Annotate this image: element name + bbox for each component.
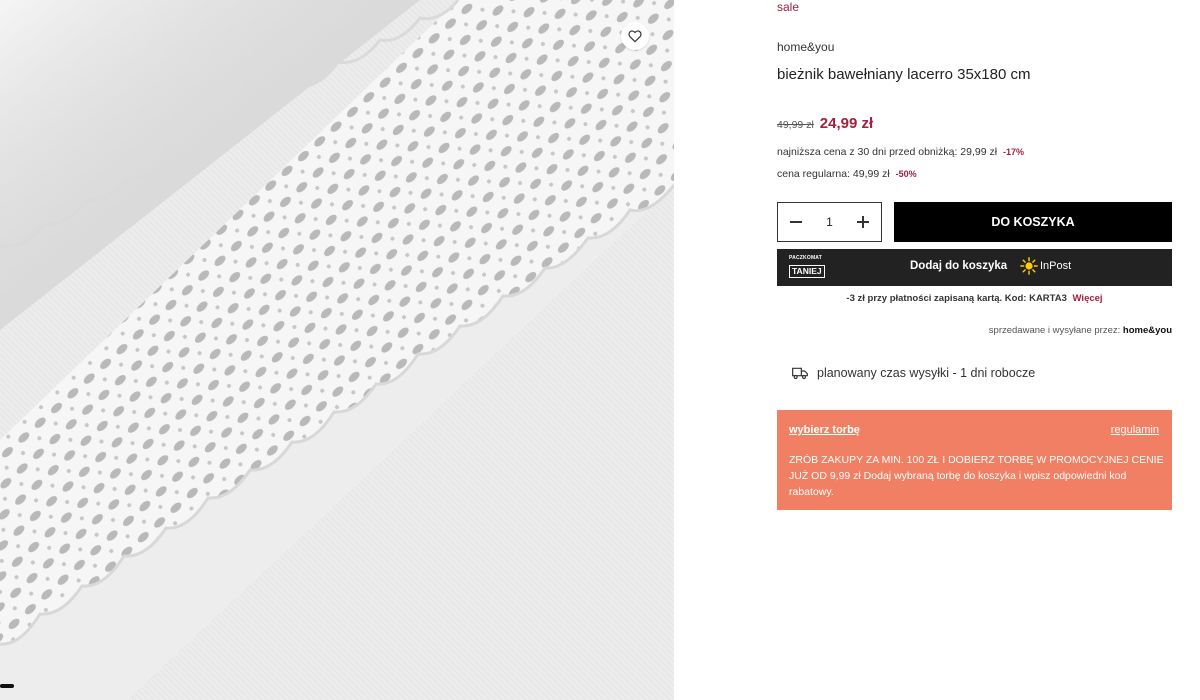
bag-rules-link[interactable]: regulamin — [1111, 424, 1159, 436]
paczkomat-badge: PACZKOMAT TANIEJ — [789, 255, 829, 281]
seller-label: sprzedawane i wysyłane przez: — [988, 325, 1121, 336]
increase-quantity-button[interactable] — [855, 214, 871, 230]
lowest-price-text: najniższa cena z 30 dni przed obniżką: 2… — [777, 146, 998, 158]
minus-icon — [790, 221, 802, 223]
quantity-stepper: 1 — [777, 202, 882, 242]
bag-promo-box: wybierz torbę regulamin ZRÓB ZAKUPY ZA M… — [777, 410, 1172, 510]
seller-name[interactable]: home&you — [1123, 325, 1172, 336]
old-price: 49,99 zł — [777, 119, 814, 131]
choose-bag-link[interactable]: wybierz torbę — [789, 424, 860, 436]
shipping-text: planowany czas wysyłki - 1 dni robocze — [817, 366, 1036, 380]
card-promo-text: -3 zł przy płatności zapisaną kartą. Kod… — [846, 293, 1067, 304]
sale-badge: sale — [777, 0, 800, 14]
gallery-indicator — [0, 684, 14, 688]
wishlist-button[interactable] — [621, 22, 649, 50]
regular-price-text: cena regularna: 49,99 zł — [777, 168, 890, 180]
inpost-brand: InPost — [1040, 260, 1072, 272]
current-price: 24,99 zł — [819, 115, 874, 132]
quantity-value[interactable]: 1 — [826, 215, 833, 229]
bag-promo-text: ZRÓB ZAKUPY ZA MIN. 100 ZŁ I DOBIERZ TOR… — [789, 454, 1164, 498]
inpost-sun-icon — [1020, 257, 1038, 275]
paczkomat-badge-top: PACZKOMAT — [789, 255, 822, 261]
seller-info: sprzedawane i wysyłane przez: home&you — [989, 325, 1172, 336]
decrease-quantity-button[interactable] — [788, 214, 804, 230]
inpost-button-label: Dodaj do koszyka — [910, 260, 1008, 272]
inpost-add-to-cart-button[interactable]: PACZKOMAT TANIEJ Dodaj do koszyka InPost — [777, 249, 1172, 286]
card-promo-more-link[interactable]: Więcej — [1073, 293, 1103, 304]
regular-price-discount: -50% — [895, 169, 917, 179]
lowest-price-discount: -17% — [1002, 147, 1024, 157]
paczkomat-badge-bottom: TANIEJ — [789, 265, 825, 278]
shipping-time: planowany czas wysyłki - 1 dni robocze — [792, 366, 1035, 380]
lowest-price-info: najniższa cena z 30 dni przed obniżką: 2… — [777, 146, 1024, 158]
add-to-cart-button[interactable]: DO KOSZYKA — [894, 202, 1172, 242]
heart-icon — [628, 30, 642, 43]
card-promo: -3 zł przy płatności zapisaną kartą. Kod… — [777, 293, 1172, 304]
price-block: 49,99 zł 24,99 zł — [777, 115, 873, 132]
truck-icon — [792, 367, 808, 380]
product-image[interactable] — [0, 0, 674, 700]
product-title: bieżnik bawełniany lacerro 35x180 cm — [777, 66, 1031, 83]
product-brand[interactable]: home&you — [777, 40, 834, 54]
lace-photo — [0, 0, 674, 700]
regular-price-info: cena regularna: 49,99 zł -50% — [777, 168, 917, 180]
inpost-logo: InPost — [1020, 257, 1071, 275]
